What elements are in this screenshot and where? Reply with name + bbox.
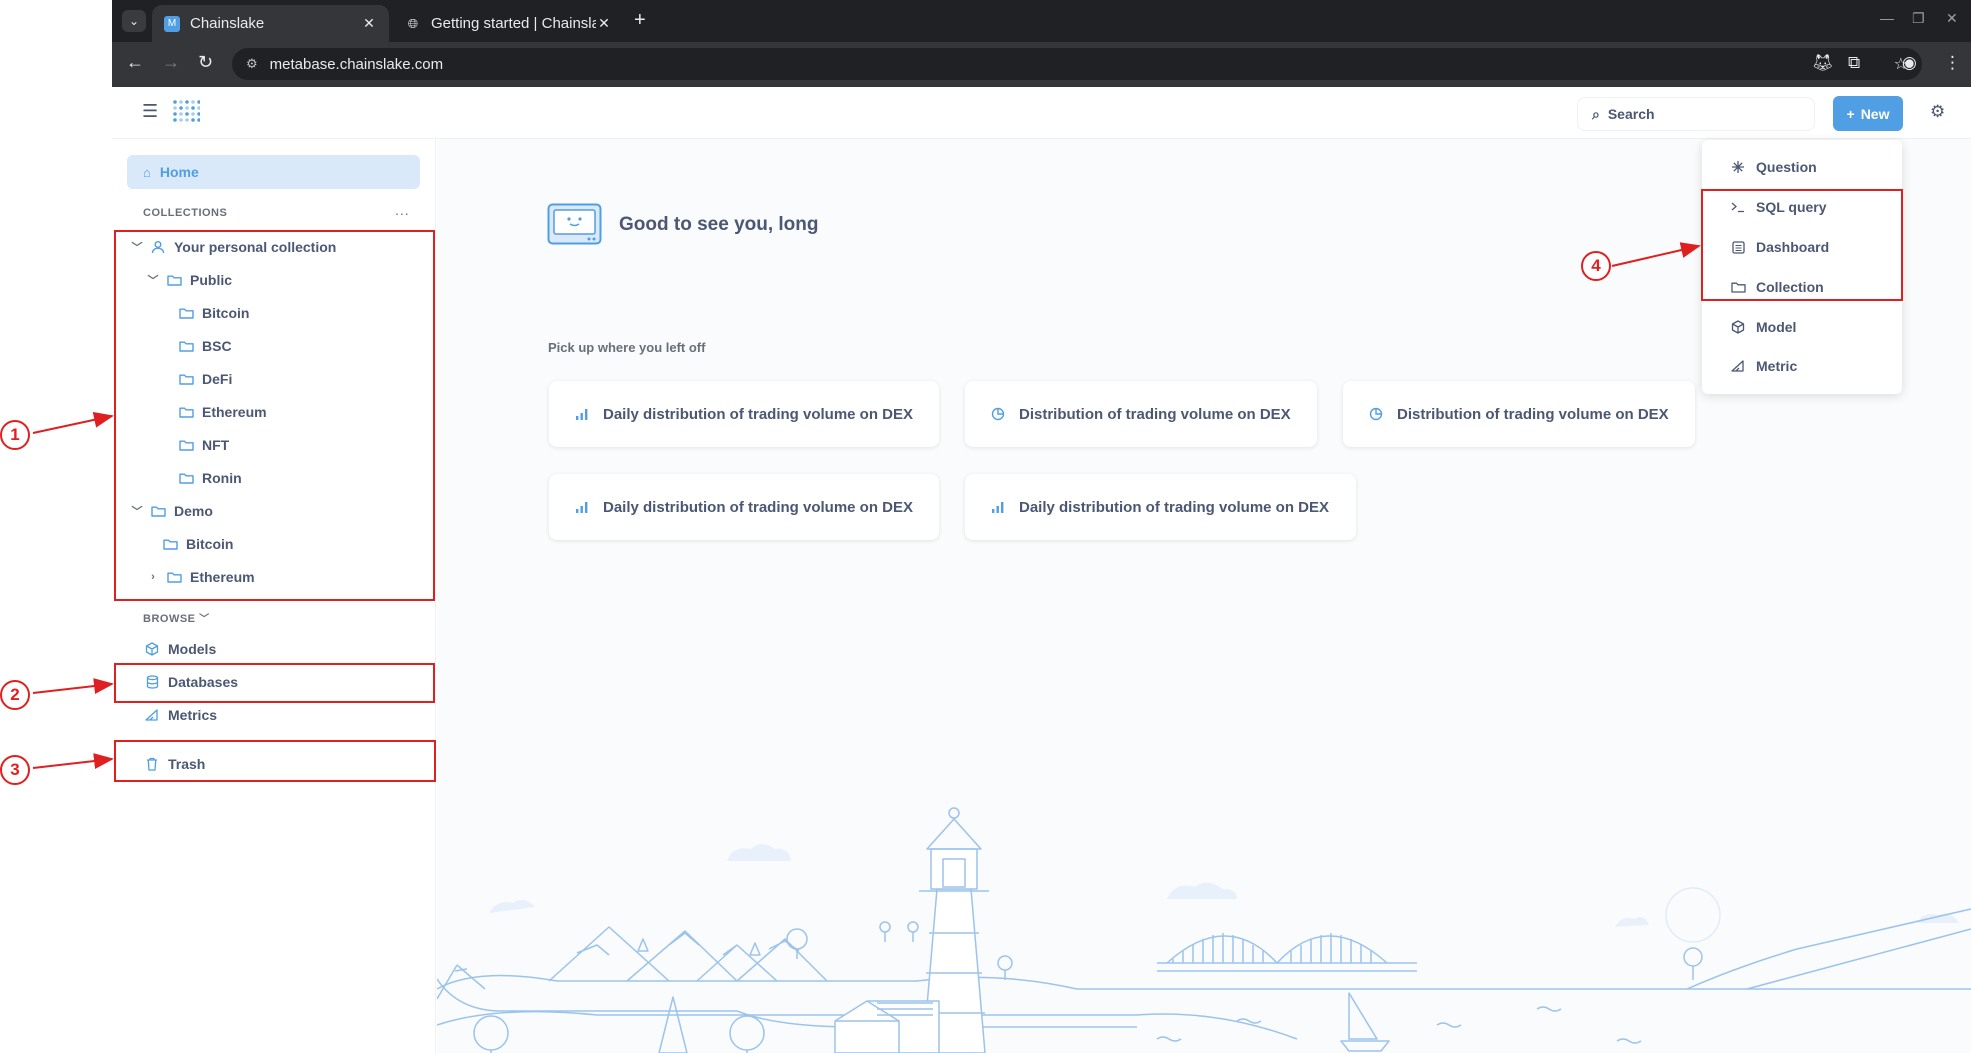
annotation-marker-2: 2 [0,680,30,710]
annotation-marker-3: 3 [0,755,30,785]
annotation-marker-4: 4 [1581,251,1611,281]
annotation-arrows [32,242,1701,769]
annotation-marker-1: 1 [0,420,30,450]
